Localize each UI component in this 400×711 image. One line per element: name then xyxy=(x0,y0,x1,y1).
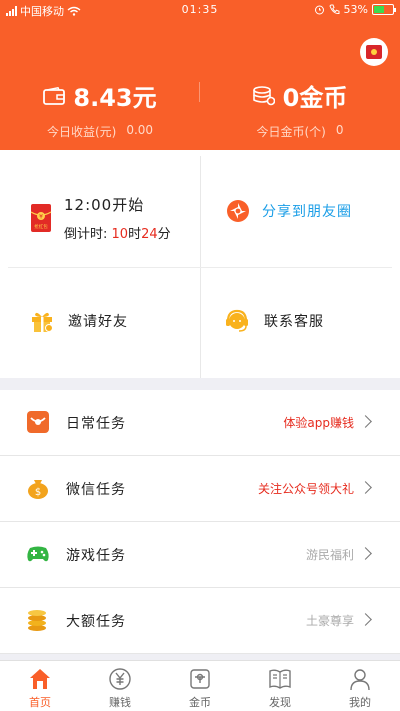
countdown-minute-unit: 分 xyxy=(157,227,171,242)
coins-summary[interactable]: 0金币 今日金币(个) 0 xyxy=(200,78,400,140)
chevron-right-icon xyxy=(359,415,372,428)
countdown-hours: 10 xyxy=(111,227,129,242)
task-name: 微信任务 xyxy=(66,481,126,498)
chevron-right-icon xyxy=(359,613,372,626)
red-envelope-icon xyxy=(366,45,382,59)
red-packet-cell[interactable]: ¥ 抢红包 12:00开始 倒计时: 10时24分 xyxy=(30,194,171,242)
share-moments-label: 分享到朋友圈 xyxy=(262,204,352,220)
action-grid: ¥ 抢红包 12:00开始 倒计时: 10时24分 分享到朋友圈 邀请好友 联系… xyxy=(0,150,400,378)
task-row-big[interactable]: 大额任务 土豪尊享 xyxy=(0,588,400,654)
invite-friends-button[interactable]: 邀请好友 xyxy=(30,309,128,333)
balance-today-label: 今日收益(元) xyxy=(46,125,117,139)
tab-label: 我的 xyxy=(349,696,371,709)
red-packet-icon: ¥ 抢红包 xyxy=(30,204,52,232)
bottom-tab-bar: 首页 赚钱 金币 发现 我的 xyxy=(0,660,400,711)
svg-text:¥: ¥ xyxy=(39,214,43,221)
task-row-game[interactable]: 游戏任务 游民福利 xyxy=(0,522,400,588)
task-note: 游民福利 xyxy=(305,548,354,562)
contact-support-button[interactable]: 联系客服 xyxy=(224,308,324,334)
tab-discover[interactable]: 发现 xyxy=(240,661,320,711)
game-task-icon xyxy=(27,546,49,562)
chevron-right-icon xyxy=(359,481,372,494)
task-row-daily[interactable]: 日常任务 体验app赚钱 xyxy=(0,390,400,456)
book-icon xyxy=(269,669,291,689)
user-icon xyxy=(350,669,370,691)
tab-label: 金币 xyxy=(189,696,211,709)
task-name: 游戏任务 xyxy=(66,547,126,564)
chevron-right-icon xyxy=(359,547,372,560)
balance-today-value: 0.00 xyxy=(126,123,154,137)
alarm-icon xyxy=(314,5,324,15)
red-packet-badge: 抢红包 xyxy=(34,223,48,230)
task-row-wechat[interactable]: $ 微信任务 关注公众号领大礼 xyxy=(0,456,400,522)
svg-text:$: $ xyxy=(35,487,41,498)
red-envelope-button[interactable] xyxy=(360,38,388,66)
red-packet-time: 12:00开始 xyxy=(64,196,145,214)
home-icon xyxy=(30,669,50,689)
tab-home[interactable]: 首页 xyxy=(0,661,80,711)
countdown: 倒计时: 10时24分 xyxy=(64,223,171,242)
task-note: 土豪尊享 xyxy=(305,614,354,628)
battery-percent: 53% xyxy=(343,3,368,16)
camera-shutter-icon xyxy=(227,200,249,222)
coins-value: 0金币 xyxy=(282,84,348,112)
balance-value: 8.43元 xyxy=(73,84,157,112)
countdown-label: 倒计时: xyxy=(64,227,108,242)
tab-label: 赚钱 xyxy=(109,696,131,709)
tab-earn[interactable]: 赚钱 xyxy=(80,661,160,711)
gift-icon xyxy=(32,312,53,332)
coins-today-label: 今日金币(个) xyxy=(256,125,326,139)
contact-support-label: 联系客服 xyxy=(264,314,324,330)
countdown-hour-unit: 时 xyxy=(128,227,142,242)
share-moments-button[interactable]: 分享到朋友圈 xyxy=(226,199,352,223)
task-note: 关注公众号领大礼 xyxy=(257,482,354,496)
earnings-header: 8.43元 今日收益(元) 0.00 0金币 今日金币(个) 0 xyxy=(0,20,400,150)
headset-icon xyxy=(226,309,248,332)
phone-icon xyxy=(328,4,340,15)
coins-today-value: 0 xyxy=(335,123,344,137)
tab-label: 首页 xyxy=(29,696,51,709)
coin-box-icon xyxy=(190,669,210,689)
invite-friends-label: 邀请好友 xyxy=(68,314,128,330)
status-bar: 中国移动 01:35 53% xyxy=(0,0,400,20)
daily-task-icon xyxy=(27,411,49,433)
task-list: 日常任务 体验app赚钱 $ 微信任务 关注公众号领大礼 游戏任务 游民福利 大… xyxy=(0,390,400,654)
wallet-icon xyxy=(43,86,66,105)
grid-divider-horizontal xyxy=(8,267,392,268)
coins-icon xyxy=(252,85,275,105)
battery-icon xyxy=(372,4,396,15)
task-name: 日常任务 xyxy=(66,415,126,432)
tab-label: 发现 xyxy=(269,696,291,709)
task-name: 大额任务 xyxy=(66,613,126,630)
big-task-icon xyxy=(28,610,46,631)
balance-summary[interactable]: 8.43元 今日收益(元) 0.00 xyxy=(0,78,200,140)
task-note: 体验app赚钱 xyxy=(283,416,354,430)
countdown-minutes: 24 xyxy=(141,227,158,242)
tab-profile[interactable]: 我的 xyxy=(320,661,400,711)
wechat-task-icon: $ xyxy=(28,480,48,499)
tab-coins[interactable]: 金币 xyxy=(160,661,240,711)
yuan-coin-icon xyxy=(109,668,131,690)
